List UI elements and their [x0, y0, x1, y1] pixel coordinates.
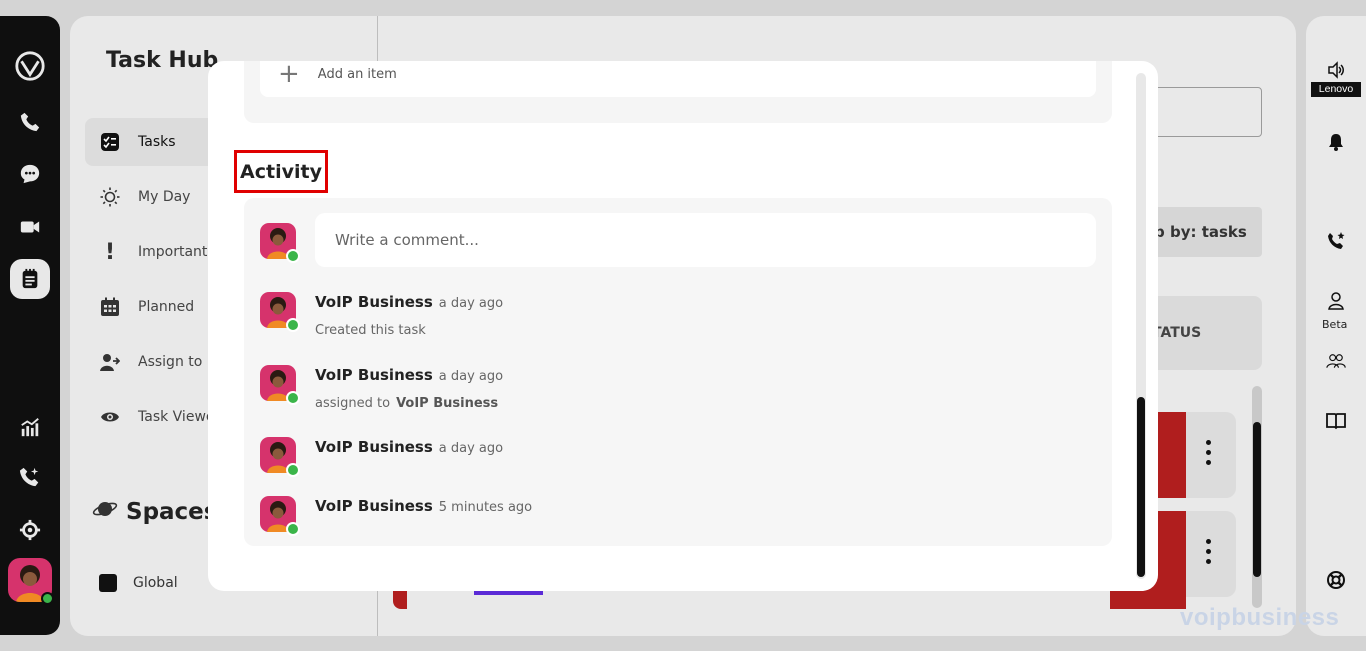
- space-global[interactable]: Global: [99, 574, 178, 592]
- notes-icon[interactable]: [10, 259, 50, 299]
- plus-icon: +: [278, 61, 300, 89]
- book-icon[interactable]: [1326, 411, 1346, 431]
- online-check-icon: [286, 463, 300, 477]
- online-check-icon: [286, 249, 300, 263]
- activity-time: 5 minutes ago: [438, 500, 533, 515]
- calendar-icon: [99, 296, 121, 318]
- avatar: [260, 496, 300, 536]
- bell-icon[interactable]: [1326, 132, 1346, 152]
- space-color-swatch: [99, 574, 117, 592]
- space-global-label: Global: [133, 575, 178, 591]
- avatar: [260, 223, 300, 263]
- spaces-label: Spaces: [126, 499, 218, 525]
- spaces-heading: Spaces: [92, 498, 217, 526]
- priority-marker: [393, 589, 407, 609]
- activity-panel: Write a comment... VoIP Business a day ag…: [244, 198, 1112, 546]
- avatar: [260, 365, 300, 405]
- activity-action: assigned to: [315, 396, 391, 411]
- assign-user-icon: [99, 351, 121, 373]
- avatar: [260, 437, 300, 477]
- lenovo-badge: Lenovo: [1311, 82, 1361, 97]
- online-check-icon: [286, 522, 300, 536]
- status-cell: [1110, 589, 1186, 609]
- left-nav-rail: [0, 16, 60, 635]
- more-options-icon[interactable]: [1206, 440, 1212, 465]
- more-options-icon[interactable]: [1206, 539, 1212, 564]
- sun-icon: [99, 186, 121, 208]
- call-star-icon[interactable]: [1326, 231, 1346, 251]
- checklist-icon: [99, 131, 121, 153]
- scroll-thumb[interactable]: [1137, 397, 1145, 577]
- activity-heading: Activity: [234, 150, 328, 193]
- task-detail-modal: + Add an item Activity Write a comment..…: [208, 61, 1158, 591]
- exclamation-icon: !: [104, 239, 116, 265]
- activity-entry-header: VoIP Business a day ago: [315, 366, 503, 384]
- sidebar-item-label: Important: [138, 244, 208, 260]
- group-icon[interactable]: [1326, 351, 1346, 371]
- sidebar-item-label: Planned: [138, 299, 195, 315]
- avatar: [260, 292, 300, 332]
- logo-icon[interactable]: [14, 50, 46, 82]
- checklist-card: + Add an item: [244, 61, 1112, 123]
- comment-placeholder: Write a comment...: [335, 231, 479, 249]
- sidebar-item-label: Task Viewe: [138, 409, 215, 425]
- comment-input[interactable]: Write a comment...: [315, 213, 1096, 267]
- beta-label: Beta: [1322, 318, 1348, 331]
- list-scrollbar[interactable]: [1252, 386, 1262, 608]
- activity-author: VoIP Business: [315, 497, 433, 515]
- brand-watermark: voipbusiness: [1180, 604, 1340, 631]
- call-sparkle-icon[interactable]: [14, 461, 46, 493]
- eye-icon: [99, 406, 121, 428]
- online-check-icon: [286, 318, 300, 332]
- add-item-label: Add an item: [317, 66, 397, 82]
- activity-time: a day ago: [438, 296, 504, 311]
- activity-author: VoIP Business: [315, 366, 433, 384]
- add-item-button[interactable]: + Add an item: [260, 61, 1096, 97]
- activity-entry-header: VoIP Business a day ago: [315, 293, 503, 311]
- sidebar-item-label: My Day: [138, 189, 191, 205]
- video-icon[interactable]: [14, 211, 46, 243]
- modal-scrollbar[interactable]: [1136, 73, 1146, 579]
- status-header-label: TATUS: [1152, 325, 1202, 341]
- activity-time: a day ago: [438, 441, 504, 456]
- chat-icon[interactable]: [14, 158, 46, 190]
- group-by-label: p by: tasks: [1154, 223, 1247, 241]
- online-check-icon: [286, 391, 300, 405]
- activity-entry-header: VoIP Business a day ago: [315, 438, 503, 456]
- support-icon[interactable]: [1326, 570, 1346, 590]
- scroll-thumb[interactable]: [1253, 422, 1261, 577]
- activity-author: VoIP Business: [315, 438, 433, 456]
- sidebar-title: Task Hub: [106, 48, 219, 73]
- gear-icon[interactable]: [14, 514, 46, 546]
- activity-detail: assigned to VoIP Business: [315, 396, 498, 411]
- activity-author: VoIP Business: [315, 293, 433, 311]
- online-status-icon: [41, 592, 54, 605]
- sidebar-item-label: Tasks: [138, 134, 176, 150]
- phone-icon[interactable]: [14, 106, 46, 138]
- planet-icon: [92, 498, 118, 526]
- activity-entry-header: VoIP Business 5 minutes ago: [315, 497, 532, 515]
- activity-target: VoIP Business: [396, 396, 499, 411]
- user-icon[interactable]: [1326, 291, 1346, 311]
- activity-detail: Created this task: [315, 323, 426, 338]
- speaker-icon[interactable]: [1326, 60, 1346, 80]
- analytics-icon[interactable]: [14, 411, 46, 443]
- activity-time: a day ago: [438, 369, 504, 384]
